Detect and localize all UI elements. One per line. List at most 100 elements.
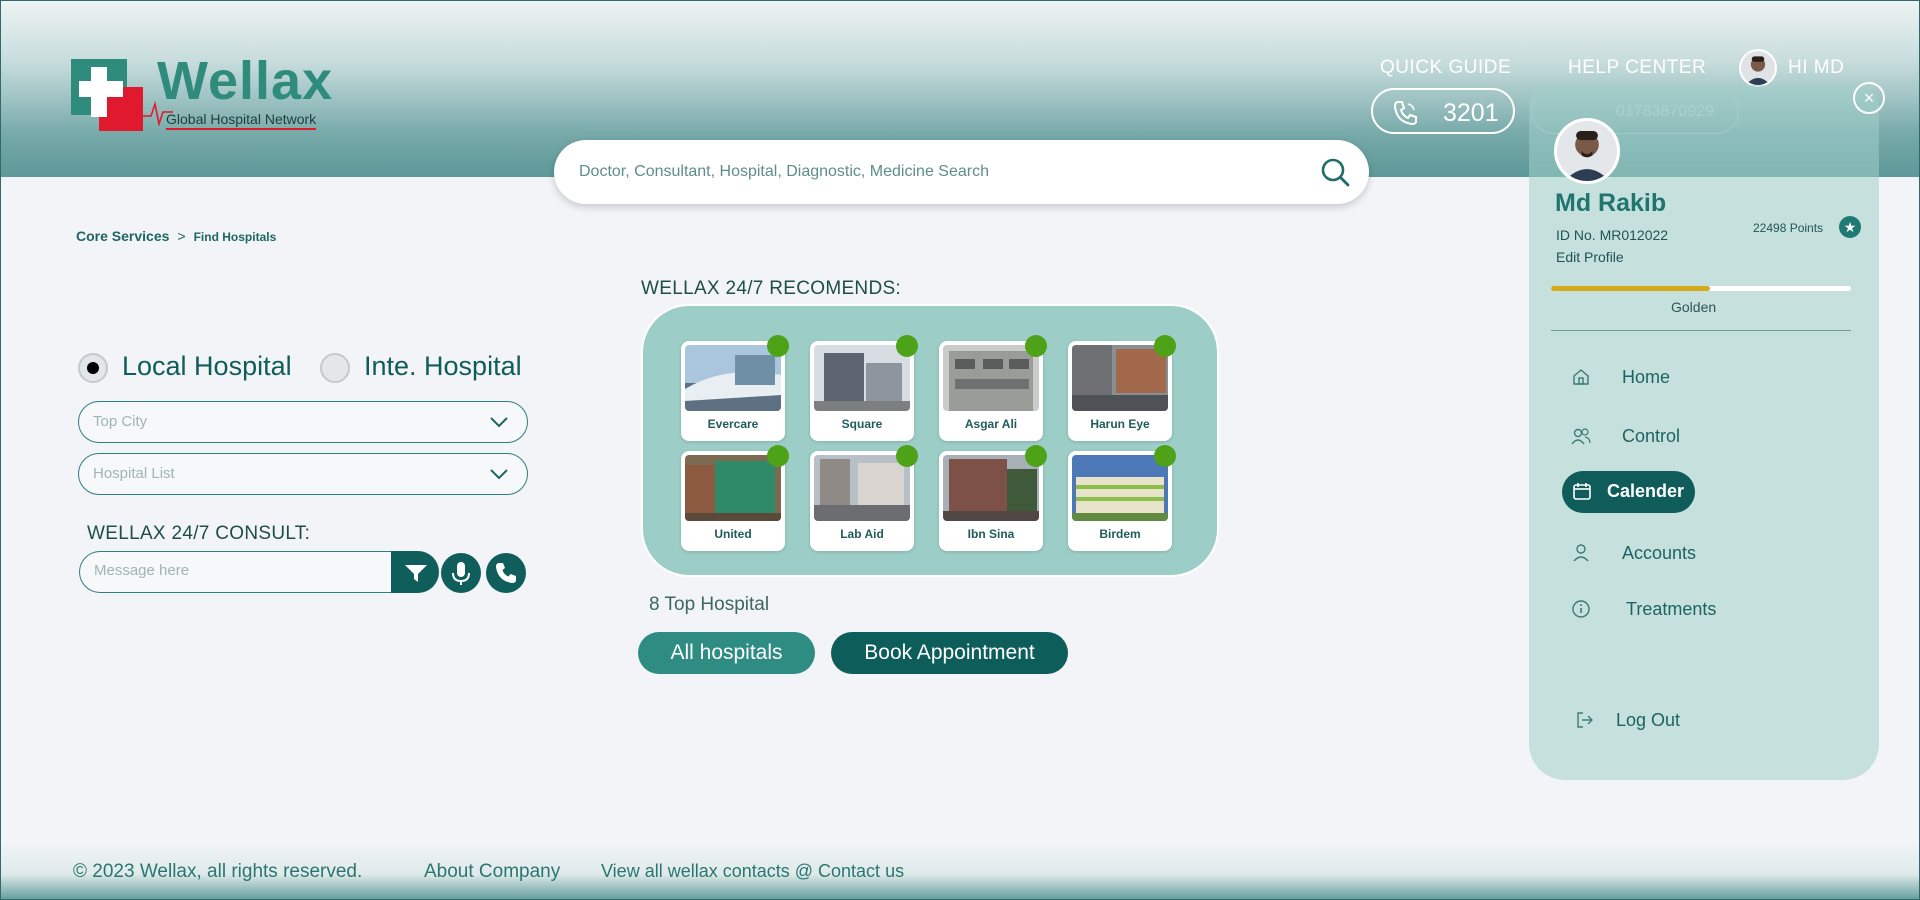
quick-guide-link[interactable]: QUICK GUIDE <box>1380 57 1511 79</box>
send-icon <box>405 565 427 582</box>
hospital-name: Birdem <box>1099 527 1141 541</box>
hospital-name: Square <box>841 417 883 431</box>
hospital-list-value: Hospital List <box>93 465 175 482</box>
hospital-name: Evercare <box>707 417 759 431</box>
page: Wellax Global Hospital Network QUICK GUI… <box>0 0 1920 900</box>
hospital-card-harun-eye[interactable]: Harun Eye <box>1068 335 1176 441</box>
hospital-name: Lab Aid <box>840 527 884 541</box>
city-select-value: Top City <box>93 413 148 430</box>
divider <box>1551 330 1851 331</box>
hospital-photo <box>685 345 781 411</box>
hospital-count: 8 Top Hospital <box>649 594 770 615</box>
status-badge <box>896 335 918 357</box>
hospital-card-asgar-ali[interactable]: Asgar Ali <box>939 335 1047 441</box>
about-company-link[interactable]: About Company <box>424 861 560 883</box>
nav-label: Home <box>1622 367 1671 387</box>
status-badge <box>767 445 789 467</box>
copyright-text: © 2023 Wellax, all rights reserved. <box>73 861 363 882</box>
user-photo-icon <box>1741 51 1775 85</box>
logo-tagline: Global Hospital Network <box>166 111 317 130</box>
hospital-photo <box>814 455 910 521</box>
message-box <box>79 551 391 593</box>
nav-label: Treatments <box>1626 599 1717 619</box>
avatar[interactable] <box>1739 49 1777 87</box>
user-icon <box>1573 544 1589 562</box>
hospital-name: United <box>714 527 752 541</box>
chevron-down-icon <box>490 469 508 480</box>
hospital-photo <box>1072 345 1168 411</box>
status-badge <box>1025 335 1047 357</box>
hospital-card-evercare[interactable]: Evercare <box>681 335 789 441</box>
hospital-photo <box>1072 455 1168 521</box>
medical-cross-icon <box>71 59 145 133</box>
info-icon <box>1572 600 1590 618</box>
logo-wordmark: Wellax <box>157 51 334 111</box>
book-appointment-button[interactable]: Book Appointment <box>831 632 1068 674</box>
footer: © 2023 Wellax, all rights reserved. Abou… <box>1 841 1919 899</box>
nav-item-calender[interactable]: Calender <box>1562 471 1695 513</box>
contact-us-link[interactable]: View all wellax contacts @ Contact us <box>601 861 904 882</box>
help-center-link[interactable]: HELP CENTER <box>1568 57 1706 79</box>
logout-icon <box>1577 712 1593 728</box>
message-input[interactable] <box>94 562 374 579</box>
phone-icon <box>1393 101 1417 126</box>
star-icon: ★ <box>1839 216 1861 238</box>
consult-title: WELLAX 24/7 CONSULT: <box>87 523 311 544</box>
profile-avatar[interactable] <box>1554 118 1620 184</box>
hospital-card-birdem[interactable]: Birdem <box>1068 445 1176 551</box>
hospital-name: Ibn Sina <box>967 527 1015 541</box>
microphone-icon <box>452 562 470 585</box>
send-button[interactable] <box>391 551 439 593</box>
radio-local-hospital[interactable] <box>78 353 108 383</box>
voice-button[interactable] <box>441 553 481 593</box>
status-badge <box>896 445 918 467</box>
hospital-name: Asgar Ali <box>964 417 1018 431</box>
edit-profile-link[interactable]: Edit Profile <box>1556 249 1624 265</box>
recommendations-title: WELLAX 24/7 RECOMENDS: <box>641 278 902 299</box>
breadcrumb-separator: > <box>177 228 186 244</box>
hospital-card-united[interactable]: United <box>681 445 789 551</box>
hospital-list-select[interactable]: Hospital List <box>78 453 528 495</box>
tier-progress-fill <box>1551 286 1710 291</box>
hospital-card-square[interactable]: Square <box>810 335 918 441</box>
nav-label: Control <box>1622 426 1681 446</box>
breadcrumb-current: Find Hospitals <box>193 230 277 244</box>
breadcrumb: Core Services > Find Hospitals <box>76 228 276 244</box>
call-button[interactable] <box>486 553 526 593</box>
tier-progress-bar <box>1551 286 1851 291</box>
hospital-photo <box>943 345 1039 411</box>
search-bar <box>554 140 1369 204</box>
status-badge <box>767 335 789 357</box>
radio-international-hospital[interactable] <box>320 353 350 383</box>
radio-label-local[interactable]: Local Hospital <box>122 351 292 382</box>
greeting-link[interactable]: HI MD <box>1788 57 1844 79</box>
breadcrumb-root[interactable]: Core Services <box>76 228 169 244</box>
hospital-photo <box>814 345 910 411</box>
wellax-logo[interactable]: Wellax Global Hospital Network <box>71 51 351 136</box>
nav-label: Calender <box>1607 481 1685 501</box>
points-value: 22498 Points <box>1753 221 1824 235</box>
calendar-icon <box>1573 483 1591 500</box>
all-hospitals-button[interactable]: All hospitals <box>638 632 815 674</box>
status-badge <box>1154 335 1176 357</box>
users-icon <box>1571 428 1591 445</box>
hospital-card-ibn-sina[interactable]: Ibn Sina <box>939 445 1047 551</box>
nav-label: Accounts <box>1622 543 1697 563</box>
search-input[interactable] <box>579 158 1279 186</box>
close-icon[interactable]: × <box>1853 82 1885 114</box>
city-select[interactable]: Top City <box>78 401 528 443</box>
hospital-photo <box>943 455 1039 521</box>
radio-label-international[interactable]: Inte. Hospital <box>364 351 522 382</box>
hospital-card-lab-aid[interactable]: Lab Aid <box>810 445 918 551</box>
hospital-photo <box>685 455 781 521</box>
profile-name: Md Rakib <box>1555 189 1667 217</box>
search-icon[interactable] <box>1319 156 1351 188</box>
chevron-down-icon <box>490 417 508 428</box>
status-badge <box>1025 445 1047 467</box>
home-icon <box>1573 369 1589 385</box>
profile-id: ID No. MR012022 <box>1556 227 1669 243</box>
hotline-number: 3201 <box>1443 99 1499 127</box>
recommendations-panel: Evercare Square Asgar Ali Harun Eye Unit… <box>641 304 1219 577</box>
tier-label: Golden <box>1671 299 1717 315</box>
hotline-button[interactable]: 3201 <box>1371 88 1515 134</box>
